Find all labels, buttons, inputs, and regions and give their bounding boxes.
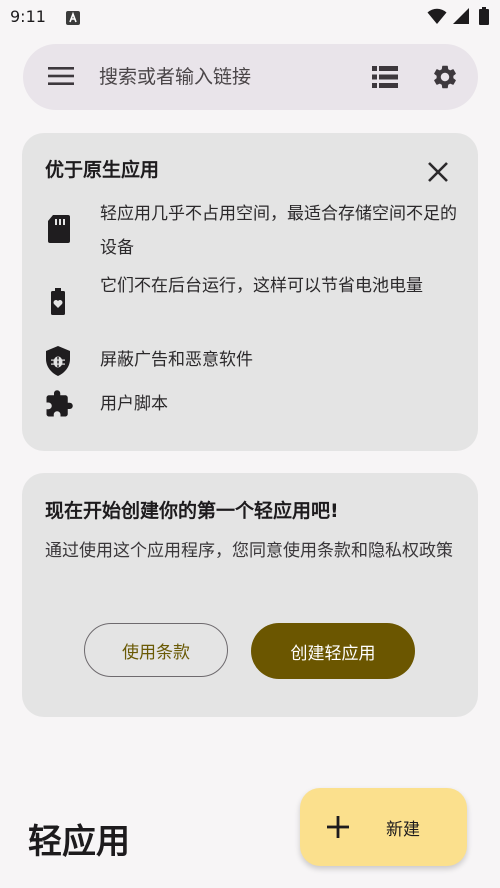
search-input[interactable] (99, 64, 349, 90)
search-bar (23, 44, 478, 110)
intro-card: 优于原生应用 轻应用几乎不占用空间，最适合存储空间不足的设备 它们不在后台运行，… (22, 133, 478, 451)
hamburger-menu-icon[interactable] (48, 66, 74, 90)
terms-description: 通过使用这个应用程序，您同意使用条款和隐私权政策 (45, 541, 453, 561)
puzzle-piece-icon (44, 389, 74, 423)
get-started-card: 现在开始创建你的第一个轻应用吧! 通过使用这个应用程序，您同意使用条款和隐私权政… (22, 473, 478, 717)
shield-bug-icon (44, 345, 72, 381)
get-started-title: 现在开始创建你的第一个轻应用吧! (45, 500, 339, 522)
battery-heart-icon (44, 285, 72, 321)
feature-item: 用户脚本 (44, 387, 464, 421)
status-time: 9:11 (10, 7, 46, 26)
feature-item: 轻应用几乎不占用空间，最适合存储空间不足的设备 (44, 197, 464, 265)
feature-item: 屏蔽广告和恶意软件 (44, 343, 464, 377)
feature-item: 它们不在后台运行，这样可以节省电池电量 (44, 269, 464, 337)
create-webapp-button[interactable]: 创建轻应用 (251, 623, 415, 679)
close-icon[interactable] (427, 161, 449, 187)
feature-text: 用户脚本 (100, 394, 168, 414)
feature-text: 屏蔽广告和恶意软件 (100, 350, 253, 370)
wifi-icon (427, 8, 447, 29)
page-title: 轻应用 (28, 822, 130, 862)
feature-text: 它们不在后台运行，这样可以节省电池电量 (100, 276, 423, 296)
cell-signal-icon (452, 8, 470, 29)
fab-label: 新建 (386, 820, 420, 840)
plus-icon (327, 816, 349, 842)
new-fab-button[interactable]: 新建 (300, 788, 467, 866)
status-bar: 9:11 (0, 0, 500, 34)
feature-text: 轻应用几乎不占用空间，最适合存储空间不足的设备 (100, 204, 457, 258)
terms-of-use-button[interactable]: 使用条款 (84, 623, 228, 677)
battery-icon (479, 7, 489, 29)
gear-icon[interactable] (431, 63, 459, 95)
list-view-icon[interactable] (372, 66, 398, 92)
intro-card-title: 优于原生应用 (45, 159, 160, 181)
sd-card-icon (44, 213, 72, 249)
store-notification-icon (66, 10, 80, 25)
